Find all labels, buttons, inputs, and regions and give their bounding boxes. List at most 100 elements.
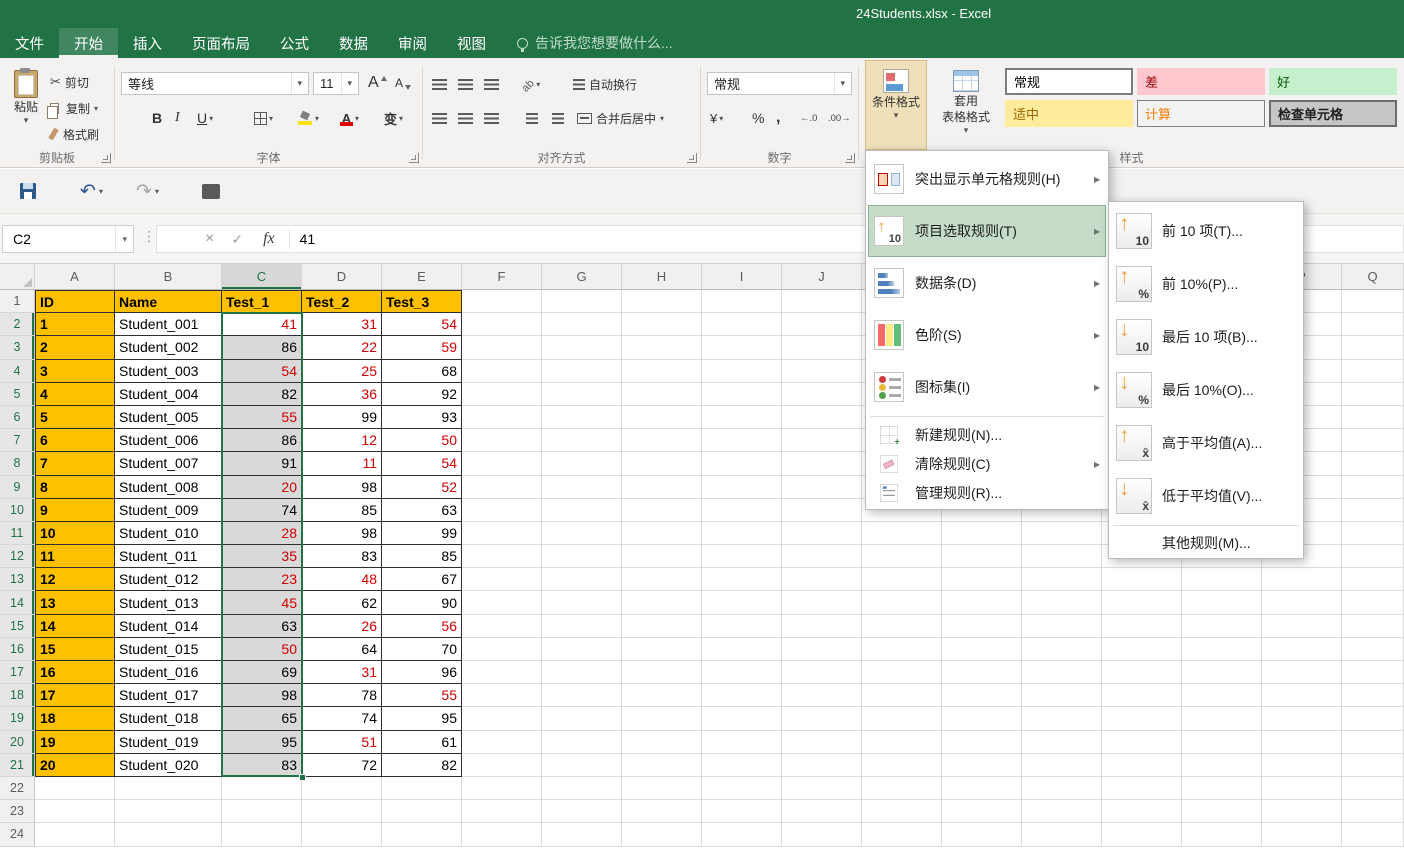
insert-function-icon[interactable]: fx (263, 230, 275, 248)
row-header-9[interactable]: 9 (0, 475, 35, 499)
bold-button[interactable]: B (149, 106, 165, 130)
increase-indent-button[interactable] (549, 106, 567, 130)
cell-P23[interactable] (1262, 800, 1342, 824)
cell-F2[interactable] (462, 313, 542, 337)
cell-J15[interactable] (782, 614, 862, 638)
cell-I5[interactable] (702, 382, 782, 406)
cell-E23[interactable] (382, 800, 462, 824)
cell-H13[interactable] (622, 568, 702, 592)
cell-M23[interactable] (1022, 800, 1102, 824)
column-header-H[interactable]: H (622, 264, 702, 289)
cell-B12[interactable]: Student_011 (115, 545, 222, 569)
cell-D10[interactable]: 85 (302, 498, 382, 522)
cell-C20[interactable]: 95 (222, 730, 302, 754)
cell-D7[interactable]: 12 (302, 429, 382, 453)
undo-button[interactable]: ↶ ▾ (76, 177, 107, 205)
cell-G11[interactable] (542, 521, 622, 546)
cell-H10[interactable] (622, 498, 702, 522)
row-header-13[interactable]: 13 (0, 568, 35, 592)
wrap-text-button[interactable]: 自动换行 (571, 72, 639, 96)
cell-K23[interactable] (862, 800, 942, 824)
cell-B11[interactable]: Student_010 (115, 521, 222, 546)
cell-H7[interactable] (622, 429, 702, 453)
cell-K20[interactable] (862, 730, 942, 754)
cell-F7[interactable] (462, 429, 542, 453)
cell-I13[interactable] (702, 568, 782, 592)
cell-B21[interactable]: Student_020 (115, 753, 222, 777)
cell-C22[interactable] (222, 776, 302, 801)
cell-P21[interactable] (1262, 753, 1342, 777)
underline-button[interactable]: U ▾ (194, 106, 216, 130)
cell-J4[interactable] (782, 359, 862, 383)
cell-E4[interactable]: 68 (382, 359, 462, 383)
cell-A22[interactable] (35, 776, 115, 801)
row-header-10[interactable]: 10 (0, 498, 35, 522)
cell-E6[interactable]: 93 (382, 405, 462, 430)
submenu-item-bottom-10-percent[interactable]: ↓% 最后 10%(O)... (1111, 363, 1301, 416)
cell-Q19[interactable] (1342, 707, 1404, 731)
cell-K22[interactable] (862, 776, 942, 801)
cell-O15[interactable] (1182, 614, 1262, 638)
cell-C21[interactable]: 83 (222, 753, 302, 777)
cell-D20[interactable]: 51 (302, 730, 382, 754)
cell-H12[interactable] (622, 545, 702, 569)
menu-item-color-scales[interactable]: 色阶(S) ▸ (868, 309, 1106, 361)
cell-B20[interactable]: Student_019 (115, 730, 222, 754)
cell-Q15[interactable] (1342, 614, 1404, 638)
row-header-19[interactable]: 19 (0, 707, 35, 731)
submenu-item-top-10-items[interactable]: ↑ 10 前 10 项(T)... (1111, 204, 1301, 257)
cell-M15[interactable] (1022, 614, 1102, 638)
cell-H11[interactable] (622, 521, 702, 546)
cell-G8[interactable] (542, 452, 622, 476)
cell-B18[interactable]: Student_017 (115, 684, 222, 708)
cell-H14[interactable] (622, 591, 702, 615)
column-header-J[interactable]: J (782, 264, 862, 289)
cell-J2[interactable] (782, 313, 862, 337)
cell-Q16[interactable] (1342, 637, 1404, 661)
cell-G9[interactable] (542, 475, 622, 499)
cell-M13[interactable] (1022, 568, 1102, 592)
column-header-C[interactable]: C (222, 264, 302, 289)
cell-F1[interactable] (462, 290, 542, 314)
cell-N18[interactable] (1102, 684, 1182, 708)
cell-E12[interactable]: 85 (382, 545, 462, 569)
cell-F22[interactable] (462, 776, 542, 801)
cell-M22[interactable] (1022, 776, 1102, 801)
cell-C17[interactable]: 69 (222, 661, 302, 685)
cell-N22[interactable] (1102, 776, 1182, 801)
cell-G20[interactable] (542, 730, 622, 754)
cell-D11[interactable]: 98 (302, 521, 382, 546)
cell-Q1[interactable] (1342, 290, 1404, 314)
cell-C7[interactable]: 86 (222, 429, 302, 453)
row-header-18[interactable]: 18 (0, 684, 35, 708)
cell-Q11[interactable] (1342, 521, 1404, 546)
cell-Q9[interactable] (1342, 475, 1404, 499)
number-format-combo[interactable]: 常规 ▾ (707, 72, 852, 95)
cell-M17[interactable] (1022, 661, 1102, 685)
font-color-button[interactable]: A ▾ (337, 106, 362, 130)
cell-A1[interactable]: ID (35, 290, 115, 314)
column-header-B[interactable]: B (115, 264, 222, 289)
cell-J19[interactable] (782, 707, 862, 731)
phonetic-guide-button[interactable]: 变 ▾ (381, 106, 406, 130)
cell-Q4[interactable] (1342, 359, 1404, 383)
cell-J21[interactable] (782, 753, 862, 777)
cell-L15[interactable] (942, 614, 1022, 638)
cell-L14[interactable] (942, 591, 1022, 615)
cell-J14[interactable] (782, 591, 862, 615)
row-header-20[interactable]: 20 (0, 730, 35, 754)
cell-I8[interactable] (702, 452, 782, 476)
cell-J6[interactable] (782, 405, 862, 430)
cell-M14[interactable] (1022, 591, 1102, 615)
cell-B24[interactable] (115, 823, 222, 847)
cell-G3[interactable] (542, 336, 622, 360)
column-header-G[interactable]: G (542, 264, 622, 289)
cell-H19[interactable] (622, 707, 702, 731)
cell-G15[interactable] (542, 614, 622, 638)
font-dialog-launcher[interactable] (409, 153, 419, 163)
cell-F14[interactable] (462, 591, 542, 615)
merge-center-button[interactable]: 合并后居中 ▾ (575, 106, 666, 130)
cell-D8[interactable]: 11 (302, 452, 382, 476)
cell-H18[interactable] (622, 684, 702, 708)
cell-M16[interactable] (1022, 637, 1102, 661)
